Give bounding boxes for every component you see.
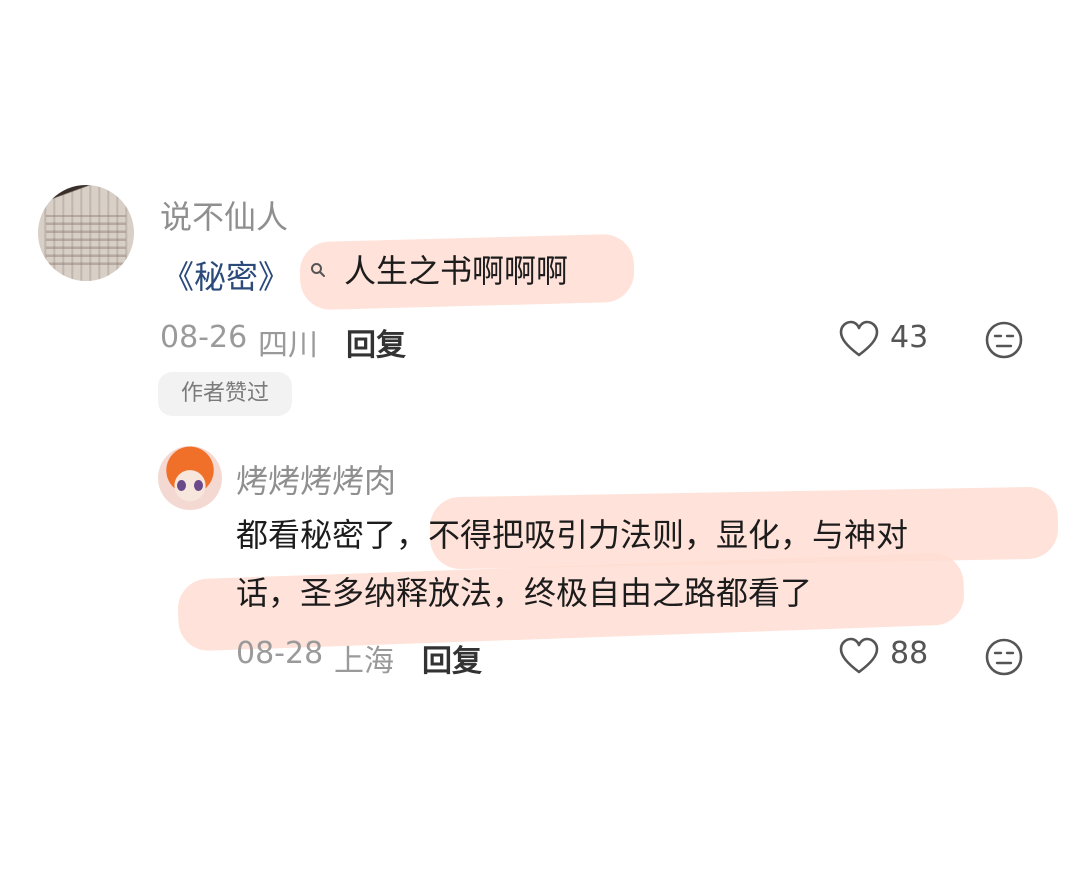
search-icon[interactable]: [310, 262, 326, 280]
neutral-face-icon[interactable]: [984, 637, 1024, 677]
comment-text-line: 话，圣多纳释放法，终极自由之路都看了: [236, 574, 813, 612]
heart-icon[interactable]: [838, 320, 880, 358]
username[interactable]: 说不仙人: [160, 192, 288, 238]
comment-location: 四川: [258, 328, 318, 363]
author-liked-badge: 作者赞过: [158, 372, 292, 416]
book-link[interactable]: 《秘密》: [162, 252, 290, 298]
like-count: 43: [890, 320, 929, 355]
comment-date: 08-26: [160, 320, 248, 355]
comment-location: 上海: [334, 644, 394, 679]
username[interactable]: 烤烤烤烤肉: [236, 456, 396, 502]
heart-icon[interactable]: [838, 637, 880, 675]
avatar[interactable]: [38, 185, 134, 281]
comment-text: 人生之书啊啊啊: [344, 252, 569, 290]
avatar[interactable]: [158, 446, 222, 510]
neutral-face-icon[interactable]: [984, 320, 1024, 360]
reply-button[interactable]: 回复: [422, 636, 482, 680]
like-count: 88: [890, 636, 929, 671]
comment-date: 08-28: [236, 636, 324, 671]
comment-text-line: 都看秘密了，不得把吸引力法则，显化，与神对: [236, 516, 909, 554]
reply-button[interactable]: 回复: [346, 320, 406, 364]
